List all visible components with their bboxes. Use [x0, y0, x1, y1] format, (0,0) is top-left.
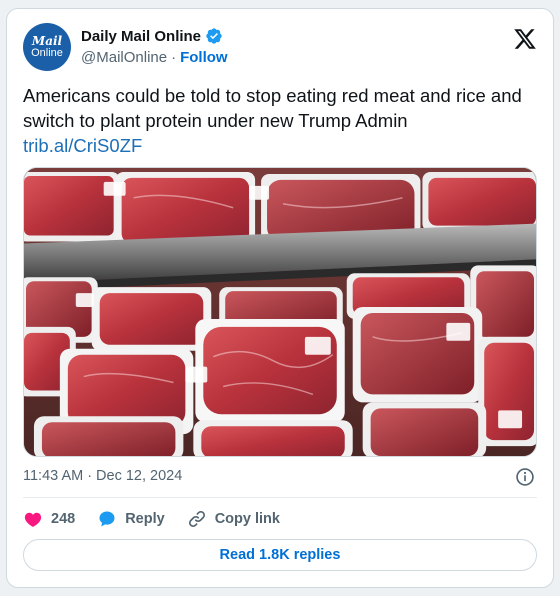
like-button[interactable]: 248	[23, 509, 75, 529]
like-count: 248	[51, 511, 76, 527]
link-icon	[188, 510, 205, 528]
heart-icon	[24, 512, 42, 527]
display-name[interactable]: Daily Mail Online	[81, 28, 201, 45]
reply-button[interactable]: Reply	[97, 509, 165, 529]
tweet-body: Americans could be told to stop eating r…	[23, 85, 522, 131]
tweet-timestamp[interactable]: 11:43 AM · Dec 12, 2024	[23, 468, 182, 484]
tweet-link[interactable]: trib.al/CriS0ZF	[23, 133, 535, 158]
handle[interactable]: @MailOnline	[81, 49, 167, 66]
handle-row: @MailOnline · Follow	[81, 49, 228, 66]
tweet-text: Americans could be told to stop eating r…	[23, 83, 535, 158]
handle-separator: ·	[171, 49, 177, 66]
avatar-text-line2: Online	[31, 47, 63, 59]
tweet-date: Dec 12, 2024	[96, 468, 183, 484]
tweet-time: 11:43 AM	[23, 468, 84, 484]
follow-button[interactable]: Follow	[180, 49, 228, 66]
timestamp-separator: ·	[87, 468, 93, 484]
tweet-card: Mail Online Daily Mail Online @MailOnlin…	[6, 8, 554, 588]
tweet-header: Mail Online Daily Mail Online @MailOnlin…	[23, 23, 537, 73]
copy-link-button[interactable]: Copy link	[187, 509, 280, 529]
speech-bubble-icon	[99, 511, 115, 527]
reply-label: Reply	[125, 511, 165, 527]
avatar-text-line1: Mail	[31, 34, 63, 48]
x-logo-icon[interactable]	[513, 27, 537, 51]
meat-display-photo	[24, 168, 536, 456]
read-replies-button[interactable]: Read 1.8K replies	[23, 539, 537, 571]
divider	[23, 497, 537, 498]
verified-badge-icon	[206, 28, 222, 44]
copy-link-label: Copy link	[214, 511, 280, 527]
tweet-image[interactable]	[23, 167, 537, 457]
avatar[interactable]: Mail Online	[23, 23, 71, 71]
info-icon[interactable]	[515, 467, 535, 487]
name-row: Daily Mail Online	[81, 27, 223, 45]
action-bar: 248 Reply Copy link	[23, 507, 280, 531]
